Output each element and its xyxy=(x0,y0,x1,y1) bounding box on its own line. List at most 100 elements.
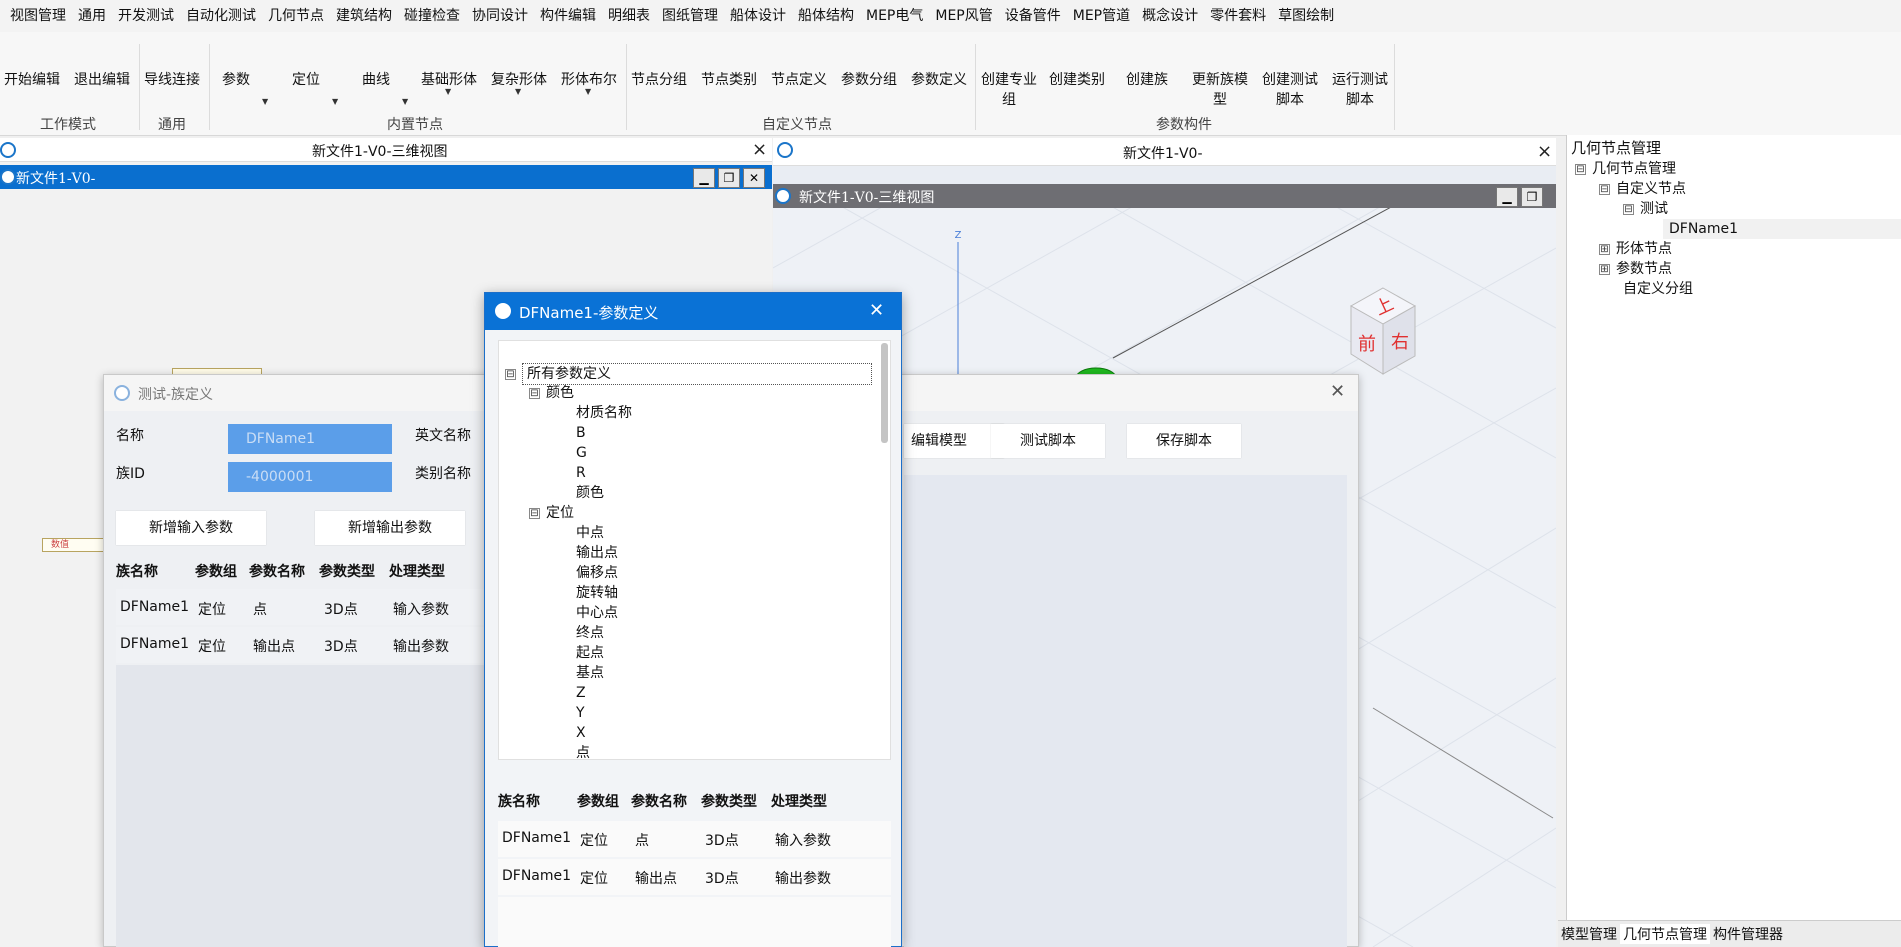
tree-node-param[interactable]: ⊞ 参数节点 xyxy=(1599,259,1672,279)
menu-item[interactable]: 草图绘制 xyxy=(1272,0,1340,32)
tree-leaf[interactable]: 终点 xyxy=(576,623,604,643)
tab-geometry-node-manager[interactable]: 几何节点管理 xyxy=(1620,924,1710,944)
node-define-button[interactable]: 节点定义 xyxy=(771,70,827,90)
tree-leaf[interactable]: 起点 xyxy=(576,643,604,663)
update-family-model-button[interactable]: 更新族模型 xyxy=(1188,70,1252,110)
maximize-icon[interactable]: ❐ xyxy=(718,168,740,188)
menu-item[interactable]: 船体设计 xyxy=(724,0,792,32)
menu-item[interactable]: 自动化测试 xyxy=(180,0,262,32)
param-group-button[interactable]: 参数分组 xyxy=(841,70,897,90)
tree-node-custom[interactable]: ⊟ 自定义节点 xyxy=(1599,179,1686,199)
menu-item[interactable]: MEP管道 xyxy=(1067,0,1136,32)
tab-model-manager[interactable]: 模型管理 xyxy=(1558,924,1620,944)
tree-node-custom-group[interactable]: 自定义分组 xyxy=(1623,279,1693,299)
tree-node-root[interactable]: ⊟ 所有参数定义 xyxy=(505,363,872,385)
close-icon[interactable]: × xyxy=(752,141,767,159)
create-discipline-group-button[interactable]: 创建专业组 xyxy=(980,70,1038,110)
value-node[interactable]: 数值 xyxy=(42,538,112,552)
collapse-icon[interactable]: ⊟ xyxy=(529,387,540,399)
menu-item[interactable]: 概念设计 xyxy=(1136,0,1204,32)
tab-component-manager[interactable]: 构件管理器 xyxy=(1710,924,1786,944)
tree-leaf[interactable]: G xyxy=(576,443,587,463)
tree-leaf[interactable]: R xyxy=(576,463,586,483)
collapse-icon[interactable]: ⊟ xyxy=(505,368,516,380)
shape-boolean-button[interactable]: 形体布尔 ▼ xyxy=(561,70,617,96)
right-inner-window-bar[interactable]: 新文件1-V0-三维视图 ▁ ❐ xyxy=(773,184,1556,208)
menu-item[interactable]: 零件套料 xyxy=(1204,0,1272,32)
collapse-icon[interactable]: ⊟ xyxy=(1623,203,1634,215)
name-field[interactable]: DFName1 xyxy=(228,424,392,454)
tree-node-color[interactable]: ⊟ 颜色 xyxy=(529,383,574,403)
menu-item[interactable]: 船体结构 xyxy=(792,0,860,32)
menu-item[interactable]: 构件编辑 xyxy=(534,0,602,32)
tree-node-root[interactable]: ⊟ 几何节点管理 xyxy=(1575,159,1676,179)
menu-item[interactable]: 建筑结构 xyxy=(330,0,398,32)
save-script-button[interactable]: 保存脚本 xyxy=(1127,424,1241,458)
menu-item[interactable]: 协同设计 xyxy=(466,0,534,32)
tree-leaf[interactable]: Y xyxy=(576,703,585,723)
tree-leaf[interactable]: 偏移点 xyxy=(576,563,618,583)
menu-item[interactable]: MEP风管 xyxy=(929,0,998,32)
close-icon[interactable]: × xyxy=(1537,143,1552,161)
complex-shape-button[interactable]: 复杂形体 ▼ xyxy=(491,70,547,96)
close-icon[interactable]: ✕ xyxy=(1330,383,1345,401)
left-pane-tab[interactable]: 新文件1-V0-三维视图 × xyxy=(0,138,772,162)
tree-leaf[interactable]: 旋转轴 xyxy=(576,583,618,603)
create-category-button[interactable]: 创建类别 xyxy=(1049,70,1105,90)
param-define-button[interactable]: 参数定义 xyxy=(911,70,967,90)
view-cube[interactable]: 上 前 右 xyxy=(1349,287,1417,375)
menu-item[interactable]: 视图管理 xyxy=(4,0,72,32)
tree-leaf[interactable]: 材质名称 xyxy=(576,403,632,423)
expand-icon[interactable]: ⊞ xyxy=(1599,243,1610,255)
tree-node-shape[interactable]: ⊞ 形体节点 xyxy=(1599,239,1672,259)
tree-leaf[interactable]: B xyxy=(576,423,586,443)
left-inner-window-bar[interactable]: 新文件1-V0- ▁ ❐ ✕ xyxy=(0,165,772,189)
family-id-field[interactable]: -4000001 xyxy=(228,462,392,492)
tree-node-test[interactable]: ⊟ 测试 xyxy=(1623,199,1668,219)
run-test-script-button[interactable]: 运行测试脚本 xyxy=(1328,70,1392,110)
add-input-param-button[interactable]: 新增输入参数 xyxy=(116,511,266,545)
dialog-title-bar[interactable]: DFName1-参数定义 ✕ xyxy=(485,293,901,330)
curve-button[interactable]: 曲线 ▼ xyxy=(362,70,408,106)
close-icon[interactable]: ✕ xyxy=(743,168,765,188)
tree-leaf[interactable]: X xyxy=(576,723,586,743)
locate-button[interactable]: 定位 ▼ xyxy=(292,70,338,106)
script-editor-area[interactable] xyxy=(904,475,1347,947)
right-pane-tab[interactable]: 新文件1-V0- × xyxy=(773,138,1556,166)
tree-leaf[interactable]: 颜色 xyxy=(576,483,604,503)
tree-leaf[interactable]: 中心点 xyxy=(576,603,618,623)
param-tree[interactable]: ⊟ 所有参数定义 ⊟ 颜色 材质名称 B G R 颜色 ⊟ 定位 中点 输出点 偏移点… xyxy=(498,340,891,760)
test-script-button[interactable]: 测试脚本 xyxy=(991,424,1105,458)
create-family-button[interactable]: 创建族 xyxy=(1126,70,1168,90)
basic-shape-button[interactable]: 基础形体 ▼ xyxy=(421,70,477,96)
close-icon[interactable]: ✕ xyxy=(869,302,884,320)
create-test-script-button[interactable]: 创建测试脚本 xyxy=(1258,70,1322,110)
menu-item[interactable]: MEP电气 xyxy=(860,0,929,32)
tree-node-dfname1[interactable]: DFName1 xyxy=(1663,219,1901,239)
tree-leaf[interactable]: 输出点 xyxy=(576,543,618,563)
tree-leaf[interactable]: 中点 xyxy=(576,523,604,543)
collapse-icon[interactable]: ⊟ xyxy=(1599,183,1610,195)
node-group-button[interactable]: 节点分组 xyxy=(631,70,687,90)
node-category-button[interactable]: 节点类别 xyxy=(701,70,757,90)
scrollbar[interactable] xyxy=(881,343,888,443)
add-output-param-button[interactable]: 新增输出参数 xyxy=(315,511,465,545)
collapse-icon[interactable]: ⊟ xyxy=(1575,163,1586,175)
menu-item[interactable]: 几何节点 xyxy=(262,0,330,32)
menu-item[interactable]: 设备管件 xyxy=(999,0,1067,32)
menu-item[interactable]: 明细表 xyxy=(602,0,656,32)
exit-edit-button[interactable]: 退出编辑 xyxy=(74,70,130,90)
minimize-icon[interactable]: ▁ xyxy=(1496,187,1518,207)
tree-leaf[interactable]: 基点 xyxy=(576,663,604,683)
param-button[interactable]: 参数 ▼ xyxy=(222,70,268,106)
menu-item[interactable]: 图纸管理 xyxy=(656,0,724,32)
minimize-icon[interactable]: ▁ xyxy=(693,168,715,188)
menu-item[interactable]: 开发测试 xyxy=(112,0,180,32)
edit-model-button[interactable]: 编辑模型 xyxy=(904,424,1004,458)
menu-item[interactable]: 碰撞检查 xyxy=(398,0,466,32)
start-edit-button[interactable]: 开始编辑 xyxy=(4,70,60,90)
tree-leaf[interactable]: 点 xyxy=(576,743,590,759)
tree-leaf[interactable]: Z xyxy=(576,683,586,703)
menu-item[interactable]: 通用 xyxy=(72,0,112,32)
collapse-icon[interactable]: ⊟ xyxy=(529,507,540,519)
